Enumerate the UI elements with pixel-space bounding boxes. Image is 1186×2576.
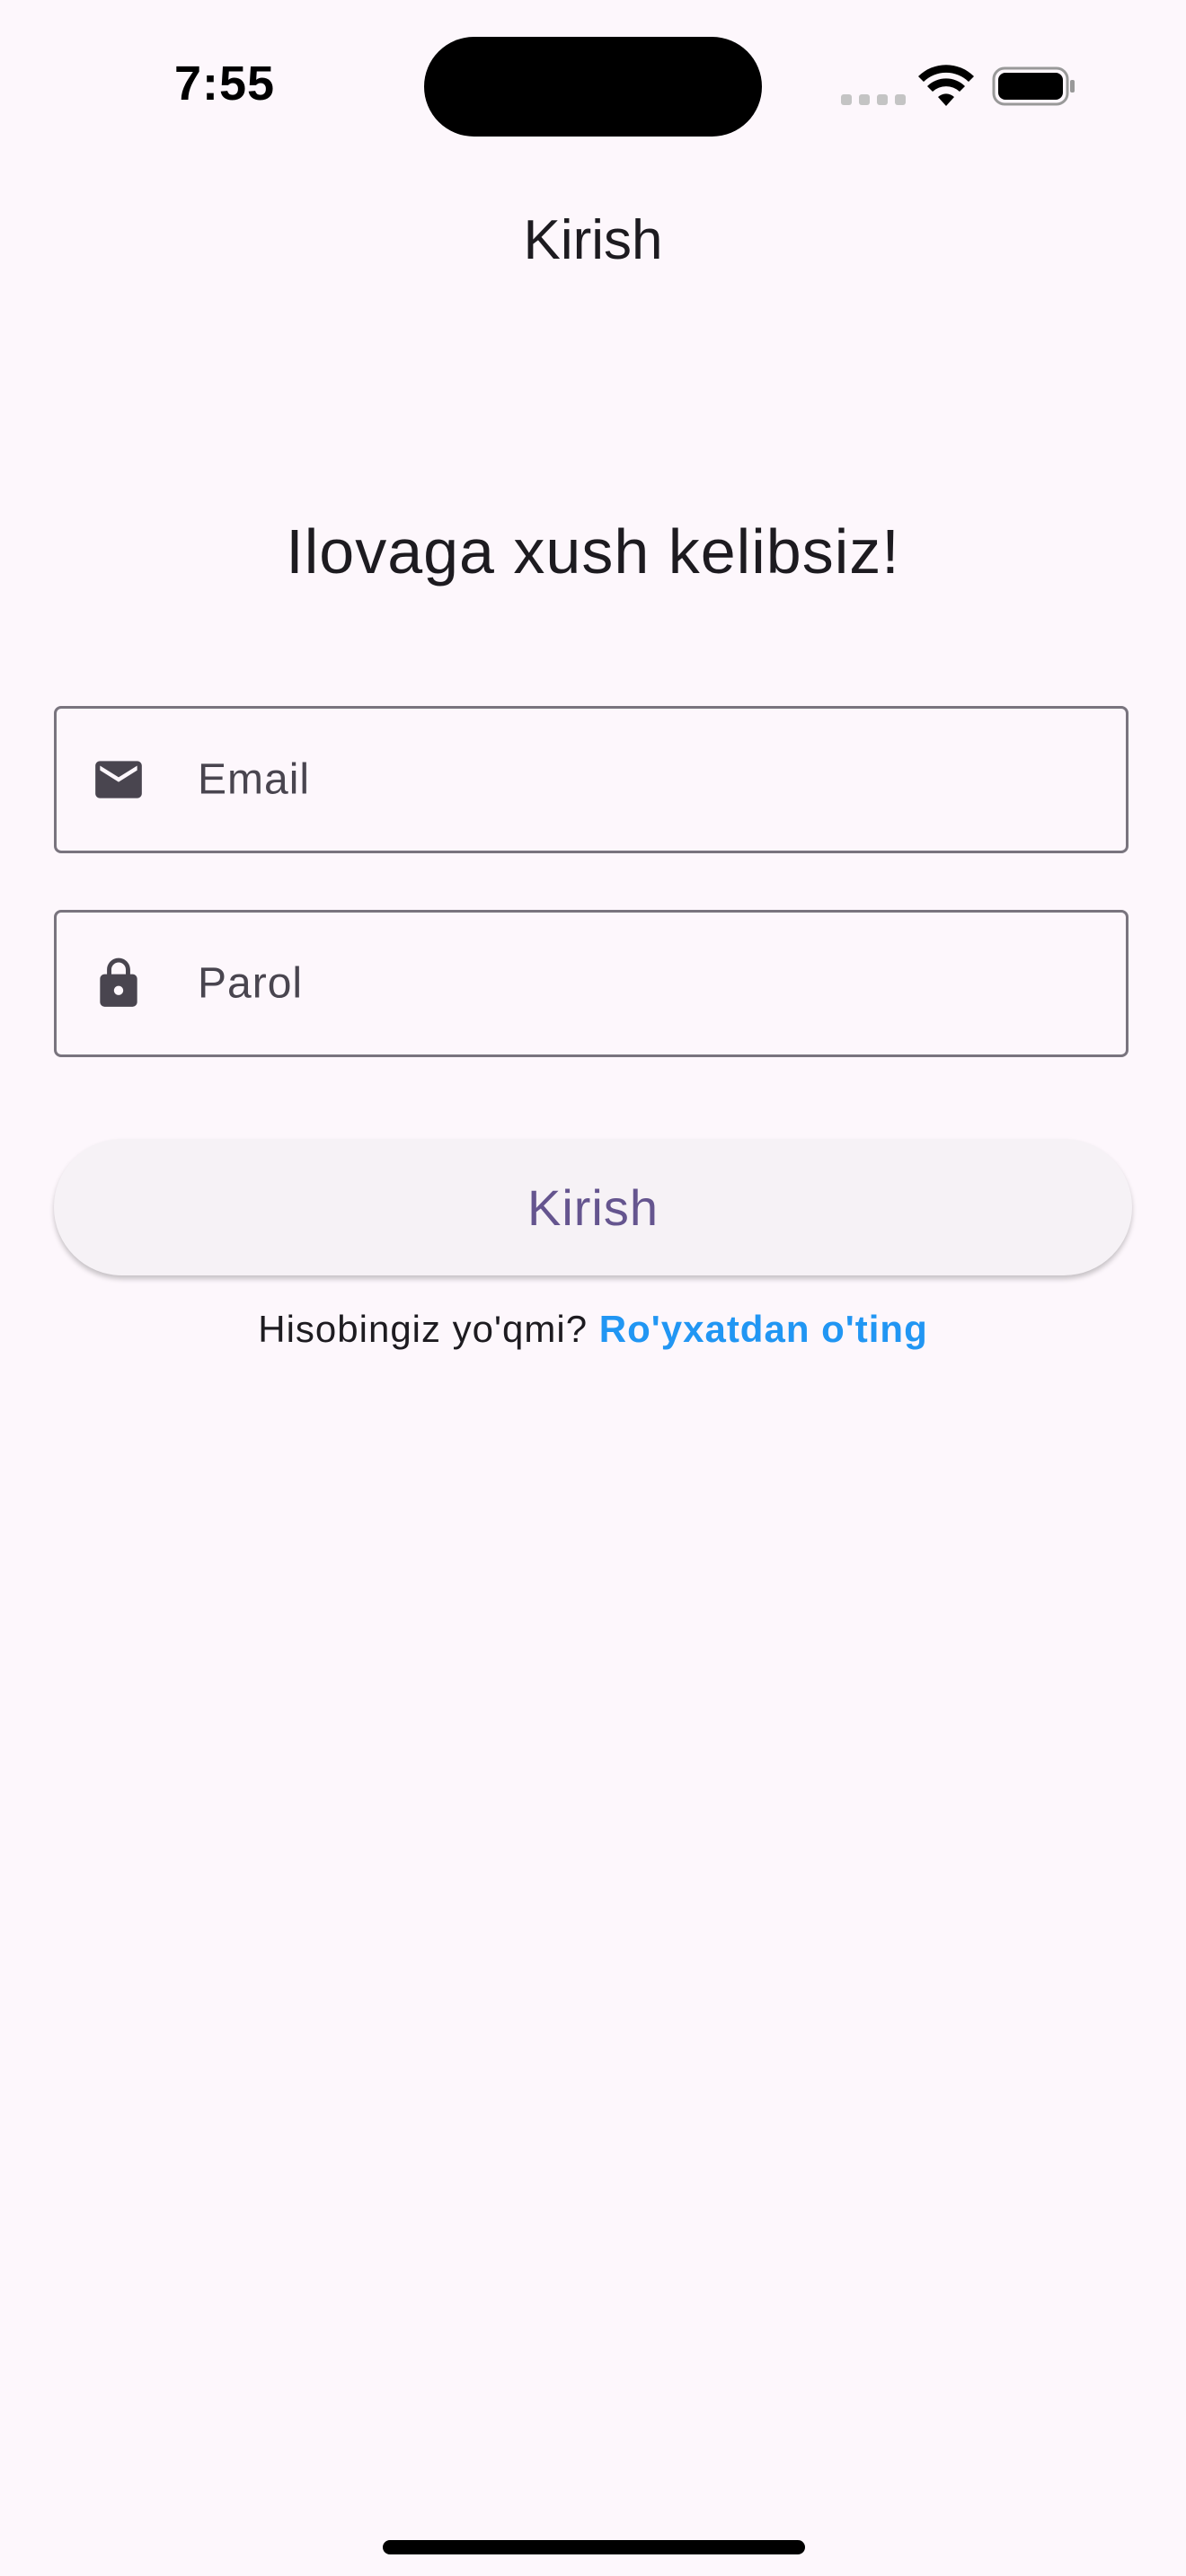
battery-icon — [992, 66, 1075, 106]
register-prompt: Hisobingiz yo'qmi? Ro'yxatdan o'ting — [0, 1308, 1186, 1351]
status-bar: 7:55 — [0, 0, 1186, 171]
lock-icon — [100, 957, 137, 1007]
mail-icon — [95, 761, 142, 798]
register-question: Hisobingiz yo'qmi? — [258, 1308, 589, 1350]
wifi-icon — [918, 65, 974, 106]
home-indicator[interactable] — [383, 2540, 805, 2554]
page-title: Kirish — [523, 209, 663, 271]
status-time: 7:55 — [174, 57, 276, 110]
login-button-label: Kirish — [527, 1178, 659, 1236]
register-link[interactable]: Ro'yxatdan o'ting — [599, 1308, 928, 1350]
email-field[interactable]: Email — [54, 706, 1128, 853]
cellular-signal-icon — [841, 94, 906, 105]
password-field[interactable]: Parol — [54, 910, 1128, 1057]
dynamic-island — [424, 37, 762, 137]
email-placeholder: Email — [198, 755, 311, 804]
welcome-heading: Ilovaga xush kelibsiz! — [286, 516, 900, 587]
password-placeholder: Parol — [198, 959, 304, 1008]
login-button[interactable]: Kirish — [54, 1139, 1132, 1275]
